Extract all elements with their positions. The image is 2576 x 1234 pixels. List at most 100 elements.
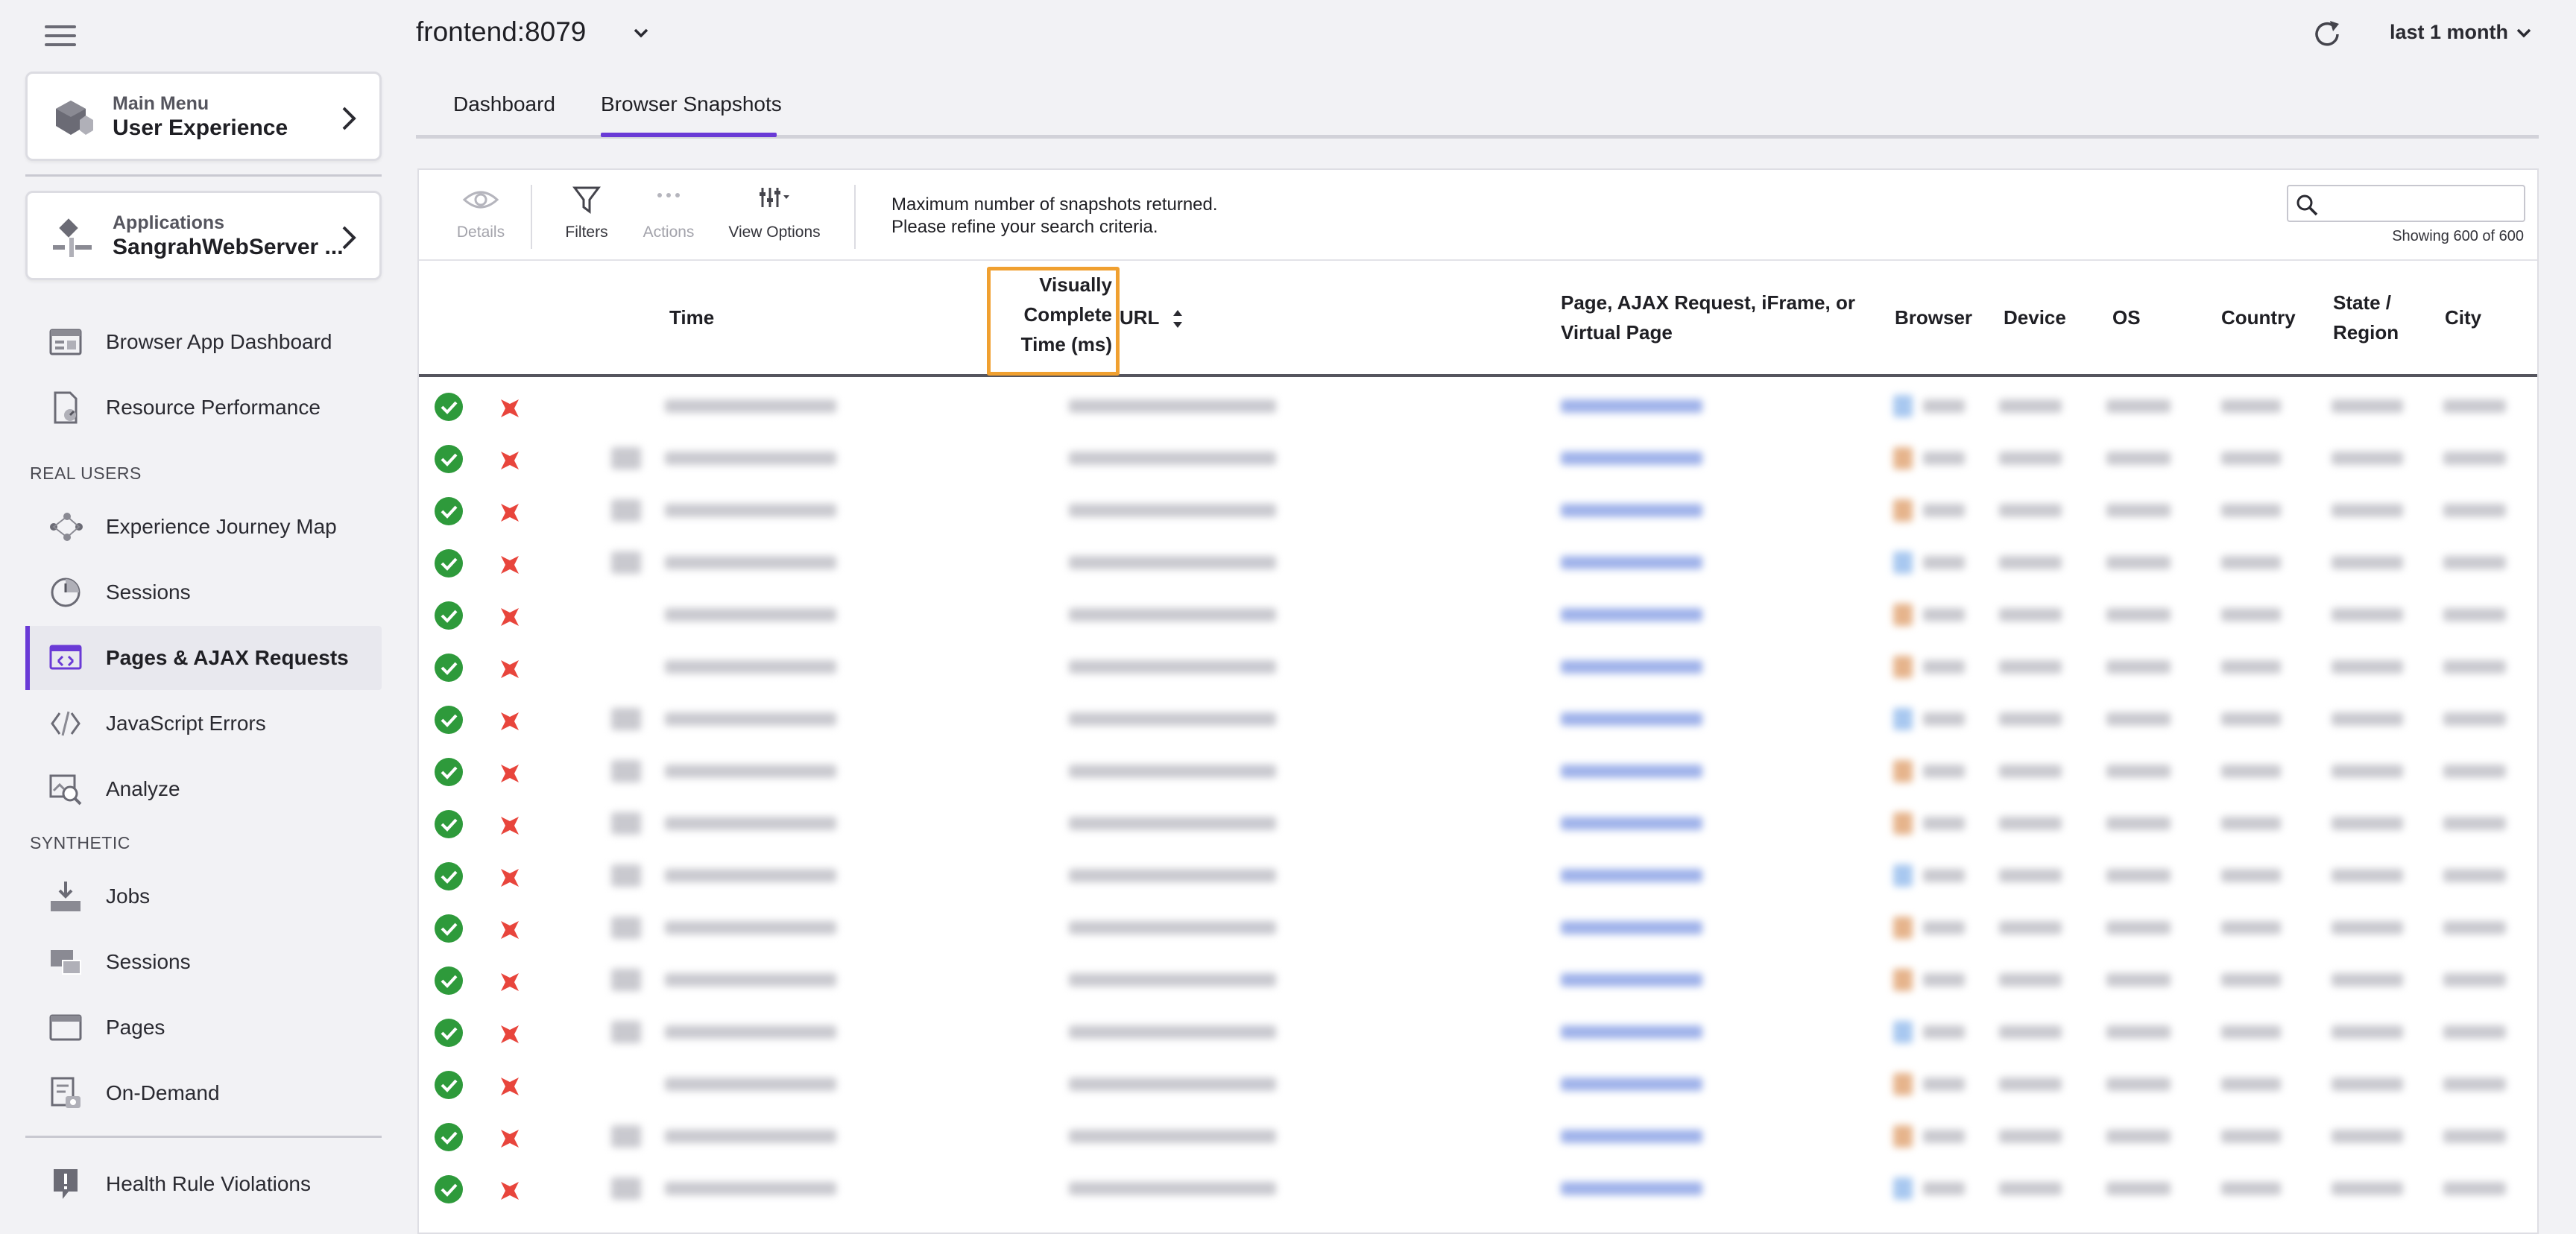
refresh-icon[interactable] bbox=[2309, 16, 2345, 52]
cell-time-blurred bbox=[665, 608, 836, 621]
snapshot-thumbnail-blurred bbox=[611, 551, 641, 574]
table-row[interactable] bbox=[419, 1058, 2537, 1110]
table-row[interactable] bbox=[419, 693, 2537, 745]
cell-device-blurred bbox=[1999, 1025, 2062, 1039]
table-row[interactable] bbox=[419, 589, 2537, 641]
browser-logo-blurred bbox=[1893, 969, 1913, 991]
cell-city-blurred bbox=[2443, 556, 2506, 569]
cell-page-link-blurred[interactable] bbox=[1561, 399, 1702, 413]
cell-os-blurred bbox=[2106, 1130, 2171, 1143]
chevron-down-icon[interactable] bbox=[2513, 22, 2534, 43]
table-row[interactable] bbox=[419, 432, 2537, 484]
details-button[interactable]: Details bbox=[432, 185, 529, 256]
table-row[interactable] bbox=[419, 484, 2537, 537]
column-page[interactable]: Page, AJAX Request, iFrame, or Virtual P… bbox=[1561, 288, 1855, 347]
cell-url-blurred bbox=[1069, 399, 1276, 413]
applications-card[interactable]: Applications SangrahWebServer ... bbox=[25, 191, 382, 280]
column-city[interactable]: City bbox=[2445, 303, 2481, 332]
table-row[interactable] bbox=[419, 954, 2537, 1006]
sidebar-item-synthetic-sessions[interactable]: Sessions bbox=[25, 930, 382, 994]
sidebar-item-jobs[interactable]: Jobs bbox=[25, 864, 382, 928]
chevron-down-icon[interactable] bbox=[631, 22, 651, 43]
sidebar-item-javascript-errors[interactable]: JavaScript Errors bbox=[25, 692, 382, 756]
tab-browser-snapshots[interactable]: Browser Snapshots bbox=[601, 92, 782, 116]
cell-city-blurred bbox=[2443, 712, 2506, 726]
sidebar-item-pages[interactable]: Pages bbox=[25, 996, 382, 1060]
toolbar-separator bbox=[854, 185, 856, 249]
cell-device-blurred bbox=[1999, 973, 2062, 987]
cell-page-link-blurred[interactable] bbox=[1561, 921, 1702, 934]
table-row[interactable] bbox=[419, 1162, 2537, 1215]
application-selector[interactable]: frontend:8079 bbox=[416, 16, 586, 48]
column-browser[interactable]: Browser bbox=[1895, 303, 1972, 332]
sort-icon[interactable] bbox=[1172, 308, 1184, 329]
javascript-errors-icon bbox=[51, 711, 80, 736]
table-row[interactable] bbox=[419, 849, 2537, 902]
sidebar-item-experience-journey-map[interactable]: Experience Journey Map bbox=[25, 495, 382, 559]
sidebar-item-pages-ajax-requests[interactable]: Pages & AJAX Requests bbox=[25, 626, 382, 690]
browser-logo-blurred bbox=[1893, 917, 1913, 939]
time-range-selector[interactable]: last 1 month bbox=[2390, 21, 2508, 44]
sidebar-item-sessions[interactable]: Sessions bbox=[25, 560, 382, 624]
cell-page-link-blurred[interactable] bbox=[1561, 1078, 1702, 1091]
cell-page-link-blurred[interactable] bbox=[1561, 712, 1702, 726]
table-row[interactable] bbox=[419, 641, 2537, 693]
cell-url-blurred bbox=[1069, 504, 1276, 517]
cell-page-link-blurred[interactable] bbox=[1561, 765, 1702, 778]
sidebar-item-analyze[interactable]: Analyze bbox=[25, 757, 382, 821]
column-os[interactable]: OS bbox=[2112, 303, 2141, 332]
table-row[interactable] bbox=[419, 902, 2537, 954]
sessions-icon bbox=[51, 578, 80, 607]
tab-dashboard[interactable]: Dashboard bbox=[453, 92, 555, 116]
browser-logo-blurred bbox=[1893, 604, 1913, 626]
cell-page-link-blurred[interactable] bbox=[1561, 869, 1702, 882]
cell-page-link-blurred[interactable] bbox=[1561, 1182, 1702, 1195]
actions-button[interactable]: Actions bbox=[620, 185, 717, 256]
sliders-icon bbox=[760, 188, 789, 207]
cell-country-blurred bbox=[2221, 869, 2281, 882]
sidebar-item-browser-app-dashboard[interactable]: Browser App Dashboard bbox=[25, 310, 382, 374]
column-url[interactable]: URL bbox=[1120, 303, 1184, 332]
table-row[interactable] bbox=[419, 380, 2537, 432]
cell-page-link-blurred[interactable] bbox=[1561, 817, 1702, 830]
cell-city-blurred bbox=[2443, 765, 2506, 778]
column-time[interactable]: Time bbox=[669, 303, 714, 332]
cell-page-link-blurred[interactable] bbox=[1561, 556, 1702, 569]
column-device[interactable]: Device bbox=[2004, 303, 2066, 332]
search-input[interactable] bbox=[2324, 191, 2518, 216]
view-options-button[interactable]: View Options bbox=[726, 185, 823, 256]
cell-country-blurred bbox=[2221, 504, 2281, 517]
hamburger-menu-icon[interactable] bbox=[45, 25, 76, 49]
sidebar-item-on-demand[interactable]: On-Demand bbox=[25, 1061, 382, 1125]
cell-page-link-blurred[interactable] bbox=[1561, 1025, 1702, 1039]
table-row[interactable] bbox=[419, 537, 2537, 589]
sidebar-item-resource-performance[interactable]: Resource Performance bbox=[25, 376, 382, 440]
toolbar: Details Filters Actions View Options Max… bbox=[419, 170, 2537, 259]
cell-page-link-blurred[interactable] bbox=[1561, 504, 1702, 517]
error-burst-icon bbox=[501, 660, 519, 678]
cell-page-link-blurred[interactable] bbox=[1561, 973, 1702, 987]
cell-page-link-blurred[interactable] bbox=[1561, 1130, 1702, 1143]
cell-page-link-blurred[interactable] bbox=[1561, 660, 1702, 674]
column-state-region[interactable]: State / Region bbox=[2333, 288, 2399, 347]
cell-country-blurred bbox=[2221, 712, 2281, 726]
table-row[interactable] bbox=[419, 745, 2537, 797]
cell-browser-blurred bbox=[1923, 921, 1965, 934]
snapshot-thumbnail-blurred bbox=[611, 1021, 641, 1043]
sidebar-item-health-rule-violations[interactable]: Health Rule Violations bbox=[25, 1152, 382, 1216]
application-icon bbox=[53, 218, 92, 257]
table-row[interactable] bbox=[419, 797, 2537, 849]
column-country[interactable]: Country bbox=[2221, 303, 2296, 332]
table-row[interactable] bbox=[419, 1006, 2537, 1058]
cell-url-blurred bbox=[1069, 1182, 1276, 1195]
cell-time-blurred bbox=[665, 973, 836, 987]
cell-url-blurred bbox=[1069, 921, 1276, 934]
cell-time-blurred bbox=[665, 921, 836, 934]
snapshot-thumbnail-blurred bbox=[611, 708, 641, 730]
cell-browser-blurred bbox=[1923, 1025, 1965, 1039]
cell-page-link-blurred[interactable] bbox=[1561, 452, 1702, 465]
table-row[interactable] bbox=[419, 1110, 2537, 1162]
cell-page-link-blurred[interactable] bbox=[1561, 608, 1702, 621]
main-menu-card[interactable]: Main Menu User Experience bbox=[25, 72, 382, 161]
search-field[interactable] bbox=[2287, 185, 2525, 222]
